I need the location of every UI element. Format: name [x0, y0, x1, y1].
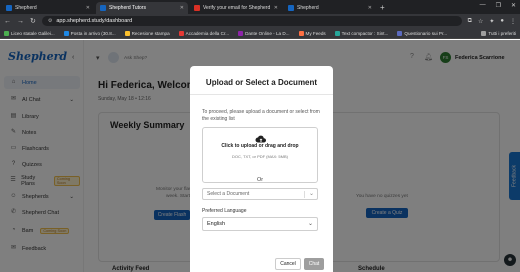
folder-icon: [481, 30, 487, 36]
bookmark-icon: [4, 30, 9, 36]
cancel-button[interactable]: Cancel: [275, 258, 301, 270]
new-tab-icon[interactable]: +: [380, 2, 385, 14]
language-select[interactable]: English ⌄: [202, 217, 318, 231]
select-separator: [304, 191, 305, 198]
maximize-icon[interactable]: ❐: [496, 2, 501, 9]
bookmark-label: Tutti i preferiti: [488, 30, 516, 36]
gmail-favicon-icon: [194, 5, 200, 11]
bookmark-icon: [238, 30, 244, 36]
shepherd-favicon-icon: [100, 5, 106, 11]
bookmark-icon: [334, 30, 340, 36]
dropzone-main-text: Click to upload or drag and drop: [221, 143, 299, 149]
document-select-placeholder: Select a Document: [207, 191, 250, 197]
bookmark-icon: [397, 30, 403, 36]
bookmark-icon: [298, 30, 304, 36]
bookmark-icon: [178, 30, 184, 36]
bookmark-star-icon[interactable]: ☆: [478, 18, 483, 25]
url-field[interactable]: ⚙ app.shepherd.study/dashboard: [41, 16, 462, 26]
toolbar-icons: ⧉ ☆ ✦ ● ⋮: [468, 18, 516, 25]
browser-tab[interactable]: Shepherd ✕: [2, 2, 94, 14]
bookmark-label: Dante Online - La D...: [245, 30, 290, 36]
bookmark-item[interactable]: Dante Online - La D...: [238, 30, 290, 36]
close-tab-icon[interactable]: ✕: [368, 5, 372, 11]
bookmark-icon: [124, 30, 130, 36]
bookmark-item[interactable]: Liceo statale Galilei...: [4, 30, 55, 36]
bookmarks-bar: Liceo statale Galilei... Posta in arrivo…: [0, 28, 520, 39]
menu-icon[interactable]: ⋮: [510, 18, 516, 25]
modal-divider: [190, 94, 333, 95]
browser-tab[interactable]: Shepherd ✕: [284, 2, 376, 14]
profile-icon[interactable]: ●: [500, 18, 504, 25]
tab-label: Verify your email for Shepherd: [203, 5, 271, 11]
close-tab-icon[interactable]: ✕: [274, 5, 278, 11]
extensions-icon[interactable]: ✦: [489, 18, 494, 25]
tab-label: Shepherd Tutors: [109, 5, 146, 11]
close-window-icon[interactable]: ✕: [511, 2, 516, 9]
address-bar-row: ← → ↻ ⚙ app.shepherd.study/dashboard ⧉ ☆…: [0, 14, 520, 28]
window-controls: — ❐ ✕: [480, 2, 516, 9]
url-text: app.shepherd.study/dashboard: [56, 18, 133, 24]
bookmark-label: Accademia della Cr...: [185, 30, 230, 36]
chevron-down-icon: ⌄: [307, 221, 313, 227]
translate-icon[interactable]: ⧉: [468, 18, 472, 25]
chat-button[interactable]: Chat: [304, 258, 324, 270]
language-select-value: English: [207, 221, 226, 227]
bookmark-label: Posta in arrivo (30.8...: [70, 30, 116, 36]
bookmark-item[interactable]: Posta in arrivo (30.8...: [63, 30, 116, 36]
tab-label: Shepherd: [15, 5, 37, 11]
all-bookmarks[interactable]: Tutti i preferiti: [481, 30, 516, 36]
shepherd-favicon-icon: [6, 5, 12, 11]
bookmark-label: Liceo statale Galilei...: [11, 30, 55, 36]
tab-label: Shepherd: [297, 5, 319, 11]
language-label: Preferred Language: [202, 208, 247, 214]
browser-tab-active[interactable]: Shepherd Tutors ✕: [96, 2, 188, 14]
bookmark-item[interactable]: My Feeds: [298, 30, 326, 36]
bookmark-item[interactable]: Text compactor : Sint...: [334, 30, 389, 36]
bookmark-icon: [63, 30, 69, 36]
site-info-icon[interactable]: ⚙: [48, 18, 52, 24]
browser-tab-strip: Shepherd ✕ Shepherd Tutors ✕ Verify your…: [0, 0, 520, 14]
bookmark-item[interactable]: Accademia della Cr...: [178, 30, 230, 36]
minimize-icon[interactable]: —: [480, 2, 486, 9]
bookmark-label: Text compactor : Sint...: [341, 30, 389, 36]
close-tab-icon[interactable]: ✕: [86, 5, 90, 11]
shepherd-favicon-icon: [288, 5, 294, 11]
dropzone-sub-text: DOC, TXT, or PDF (MAX: 5MB): [232, 154, 288, 159]
modal-title: Upload or Select a Document: [205, 78, 318, 87]
bookmark-label: Recesione stampa: [131, 30, 170, 36]
upload-document-modal: Upload or Select a Document To proceed, …: [190, 66, 333, 272]
bookmark-item[interactable]: Questionario sui Pr...: [397, 30, 448, 36]
document-select[interactable]: Select a Document ⌄: [202, 188, 318, 200]
forward-icon[interactable]: →: [17, 18, 24, 25]
back-icon[interactable]: ←: [4, 18, 11, 25]
reload-icon[interactable]: ↻: [30, 17, 36, 25]
browser-tab[interactable]: Verify your email for Shepherd ✕: [190, 2, 282, 14]
chevron-down-icon: ⌄: [308, 191, 314, 197]
modal-description: To proceed, please upload a document or …: [202, 109, 320, 122]
or-divider-text: Or: [256, 177, 264, 183]
close-tab-icon[interactable]: ✕: [180, 5, 184, 11]
bookmark-label: Questionario sui Pr...: [404, 30, 448, 36]
bookmark-label: My Feeds: [305, 30, 326, 36]
bookmark-item[interactable]: Recesione stampa: [124, 30, 170, 36]
